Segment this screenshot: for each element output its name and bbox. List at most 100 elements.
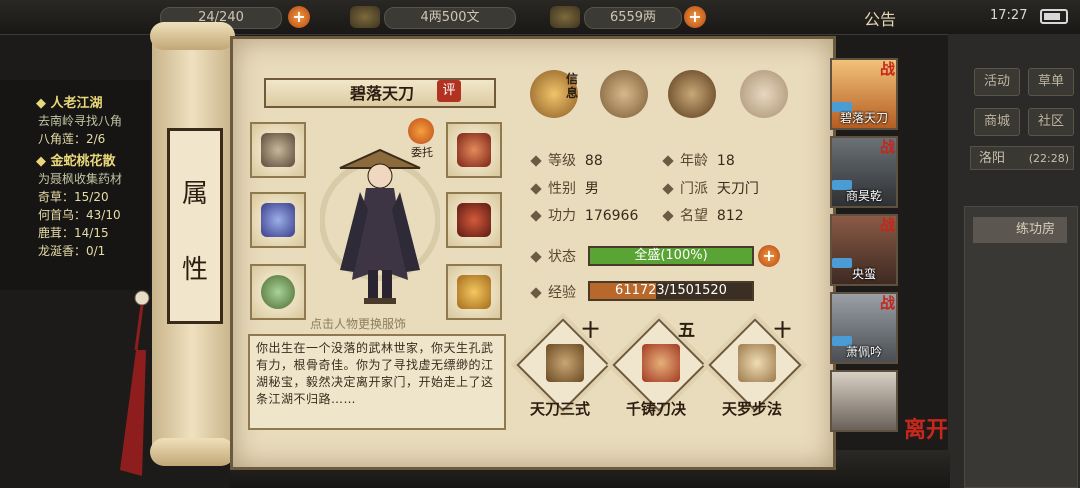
party-member-name: 央蛮 [851,267,876,281]
add-capacity-button[interactable]: + [288,6,310,28]
sect-stat: 门派 天刀门 [662,178,759,198]
blade-weapon-icon [261,203,295,237]
status-bar: 全盛(100%) [588,246,754,266]
skill-3-name: 天罗步法 [721,400,782,418]
fame-value: 812 [716,208,744,224]
exp-stat: 经验 [530,282,576,302]
party-member-name: 碧落天刀 [839,111,888,125]
power-value: 176966 [584,208,639,224]
party-member-name: 萧佩吟 [845,345,882,359]
equip-slot-accessory[interactable] [250,122,306,178]
battery-icon [1040,9,1068,24]
quest-line[interactable]: ◆ 金蛇桃花散 [36,150,116,169]
fame-stat: 名望 812 [662,205,744,225]
bagua-icon[interactable] [668,70,716,118]
right-menu-panel: 活动 草单 商城 社区 洛阳 (22:28) 练功房 [948,34,1080,488]
herbs-button[interactable]: 草单 [1028,68,1074,96]
pendant-icon [457,275,491,309]
binoculars-icon [261,133,295,167]
gender-stat: 性别 男 [530,178,599,198]
shop-button[interactable]: 商城 [974,108,1020,136]
party-member-card[interactable] [830,370,898,432]
label-char: 性 [181,255,208,285]
exp-label: 经验 [548,285,576,301]
community-button[interactable]: 社区 [1028,108,1074,136]
ring-icon [261,275,295,309]
power-stat: 功力 176966 [530,205,639,225]
quest-line: 为聂枫收集药材 [38,172,123,186]
age-label: 年龄 [680,153,708,169]
age-value: 18 [716,153,735,169]
silver-ingot-icon [550,6,580,28]
level-stat: 等级 88 [530,150,603,170]
location-name: 洛阳 [979,151,1006,166]
bag-icon[interactable] [600,70,648,118]
status-label: 状态 [548,249,576,265]
equip-slot-armor[interactable] [446,192,502,248]
practice-room-button[interactable]: 练功房 [973,217,1067,243]
battle-badge: 战 [880,138,896,156]
silver-pill: 6559两 [584,7,682,29]
character-name: 碧落天刀 [349,84,414,103]
quest-line: 八角莲：2/6 [38,132,106,146]
gender-value: 男 [584,181,599,197]
copper-pill: 4两500文 [384,7,516,29]
quest-line: 龙涎香：0/1 [38,244,106,258]
level-value: 88 [584,153,603,169]
skill-1-rank: 十 [582,321,599,341]
silver-value: 6559两 [609,10,657,25]
map-area: 练功房 [964,206,1078,488]
battle-badge: 战 [880,294,896,312]
age-stat: 年龄 18 [662,150,735,170]
armor-icon [457,203,491,237]
label-char: 属 [181,179,208,209]
exp-bar-text: 611723/1501520 [615,283,727,298]
party-member-card[interactable]: 战 碧落天刀 [830,58,898,130]
quest-line: 去南岭寻找八角 [38,114,123,128]
party-member-card[interactable]: 战 萧佩吟 [830,292,898,364]
character-bio: 你出生在一个没落的武林世家，你天生孔武有力，根骨奇佳。你为了寻找虚无缥缈的江湖秘… [248,334,506,430]
activity-button[interactable]: 活动 [974,68,1020,96]
manual-icon [738,344,776,382]
equip-slot-pendant[interactable] [446,264,502,320]
scroll-roller-bottom [150,438,235,466]
status-bar-text: 全盛(100%) [634,248,708,263]
skill-3-rank: 十 [774,321,791,341]
attributes-tab-label[interactable]: 属 性 [167,128,223,324]
equip-slot-weapon[interactable] [250,192,306,248]
quest-line[interactable]: ◆ 人老江湖 [36,92,103,111]
battle-badge: 战 [880,216,896,234]
skill-1-name: 天刀三式 [529,400,590,418]
location-display[interactable]: 洛阳 (22:28) [970,146,1074,170]
restore-status-button[interactable]: + [758,245,780,267]
meridian-icon[interactable] [740,70,788,118]
add-silver-button[interactable]: + [684,6,706,28]
skill-2-rank: 五 [678,321,695,341]
change-outfit-hint: 点击人物更换服饰 [310,317,407,331]
copper-value: 4两500文 [420,10,480,25]
info-tab-label: 信息 [566,72,579,100]
level-label: 等级 [548,153,576,169]
character-figure[interactable] [320,130,440,310]
leave-button[interactable]: 离开 [904,412,948,444]
scroll-icon [642,344,680,382]
quest-line: 奇草：15/20 [38,190,109,204]
book-icon [546,344,584,382]
clock: 17:27 [990,8,1028,23]
location-time: (22:28) [1028,152,1069,165]
scroll-roller-top [150,22,235,50]
quest-tracker[interactable]: ◆ 人老江湖 去南岭寻找八角 八角莲：2/6 ◆ 金蛇桃花散 为聂枫收集药材 奇… [0,80,150,290]
exp-bar: 611723/1501520 [588,281,754,301]
fame-label: 名望 [680,208,708,224]
party-member-card[interactable]: 战 商昊乾 [830,136,898,208]
sect-label: 门派 [680,181,708,197]
skill-2-name: 千铸刀决 [625,400,686,418]
rate-button[interactable]: 评 [437,80,461,102]
copper-icon [350,6,380,28]
notice-button[interactable]: 公告 [864,6,896,30]
sect-value: 天刀门 [716,181,759,197]
equip-slot-head[interactable] [446,122,502,178]
party-member-card[interactable]: 战 央蛮 [830,214,898,286]
party-member-name: 商昊乾 [845,189,882,203]
equip-slot-ring[interactable] [250,264,306,320]
